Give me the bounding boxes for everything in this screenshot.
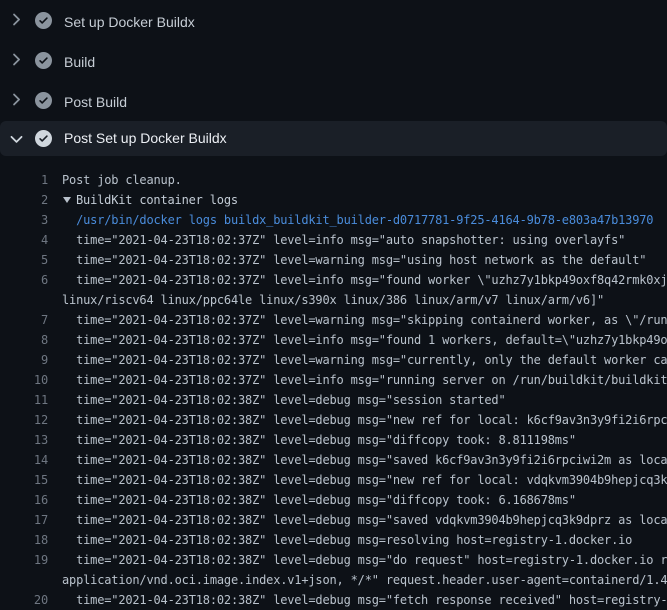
log-text: time="2021-04-23T18:02:38Z" level=debug …	[62, 390, 506, 410]
line-number[interactable]: 19	[0, 550, 48, 570]
line-number[interactable]: 7	[0, 310, 48, 330]
line-number[interactable]: 20	[0, 590, 48, 610]
line-number[interactable]: 12	[0, 410, 48, 430]
log-text: Post job cleanup.	[62, 170, 182, 190]
log-row-8: 8 time="2021-04-23T18:02:37Z" level=info…	[0, 330, 667, 350]
actions-log-viewer: { "theme": { "page_bg": "#0d1117", "expa…	[0, 0, 667, 600]
log-row-5: 5 time="2021-04-23T18:02:37Z" level=warn…	[0, 250, 667, 270]
log-row-1: 1 Post job cleanup.	[0, 170, 667, 190]
line-number[interactable]: 1	[0, 170, 48, 190]
log-row-20: 20 time="2021-04-23T18:02:38Z" level=deb…	[0, 590, 667, 610]
log-text: time="2021-04-23T18:02:38Z" level=debug …	[62, 550, 667, 570]
line-number[interactable]: 16	[0, 490, 48, 510]
step-label: Post Build	[64, 82, 127, 122]
log-row-10: 10 time="2021-04-23T18:02:37Z" level=inf…	[0, 370, 667, 390]
log-text: time="2021-04-23T18:02:38Z" level=debug …	[62, 470, 667, 490]
check-circle-icon	[35, 52, 52, 69]
log-row-continuation: linux/riscv64 linux/ppc64le linux/s390x …	[0, 290, 667, 310]
log-text: time="2021-04-23T18:02:37Z" level=info m…	[62, 330, 667, 350]
log-row-16: 16 time="2021-04-23T18:02:38Z" level=deb…	[0, 490, 667, 510]
line-number[interactable]: 2	[0, 190, 48, 210]
log-row-19: 19 time="2021-04-23T18:02:38Z" level=deb…	[0, 550, 667, 570]
log-text: time="2021-04-23T18:02:37Z" level=info m…	[62, 230, 625, 250]
step-row-build[interactable]: Build	[0, 40, 667, 80]
check-circle-icon	[35, 12, 52, 29]
log-text: time="2021-04-23T18:02:37Z" level=info m…	[62, 270, 667, 290]
log-row-15: 15 time="2021-04-23T18:02:38Z" level=deb…	[0, 470, 667, 490]
log-row-12: 12 time="2021-04-23T18:02:38Z" level=deb…	[0, 410, 667, 430]
log-row-3: 3 /usr/bin/docker logs buildx_buildkit_b…	[0, 210, 667, 230]
step-label: Build	[64, 42, 95, 82]
log-command-text: /usr/bin/docker logs buildx_buildkit_bui…	[62, 210, 653, 230]
log-text: time="2021-04-23T18:02:38Z" level=debug …	[62, 490, 576, 510]
log-row-13: 13 time="2021-04-23T18:02:38Z" level=deb…	[0, 430, 667, 450]
line-number	[0, 290, 48, 310]
log-text: time="2021-04-23T18:02:38Z" level=debug …	[62, 590, 667, 610]
line-number[interactable]: 15	[0, 470, 48, 490]
log-list: 1 Post job cleanup. 2 BuildKit container lo…	[0, 156, 667, 610]
log-text: time="2021-04-23T18:02:37Z" level=warnin…	[62, 350, 667, 370]
line-number[interactable]: 13	[0, 430, 48, 450]
step-row-expanded[interactable]: Post Set up Docker Buildx	[0, 121, 667, 156]
log-row-18: 18 time="2021-04-23T18:02:38Z" level=deb…	[0, 530, 667, 550]
steps-list: Set up Docker BuildxBuildPost Build	[0, 0, 667, 120]
line-number[interactable]: 6	[0, 270, 48, 290]
chevron-down-icon	[7, 130, 26, 149]
line-number[interactable]: 17	[0, 510, 48, 530]
log-text: time="2021-04-23T18:02:38Z" level=debug …	[62, 430, 576, 450]
log-text: linux/riscv64 linux/ppc64le linux/s390x …	[62, 290, 604, 310]
step-row-post-build[interactable]: Post Build	[0, 80, 667, 120]
line-number[interactable]: 8	[0, 330, 48, 350]
log-row-4: 4 time="2021-04-23T18:02:37Z" level=info…	[0, 230, 667, 250]
step-row-set-up-docker-buildx[interactable]: Set up Docker Buildx	[0, 0, 667, 40]
line-number[interactable]: 18	[0, 530, 48, 550]
log-row-6: 6 time="2021-04-23T18:02:37Z" level=info…	[0, 270, 667, 290]
log-row-9: 9 time="2021-04-23T18:02:37Z" level=warn…	[0, 350, 667, 370]
log-text: time="2021-04-23T18:02:37Z" level=warnin…	[62, 310, 667, 330]
log-row-11: 11 time="2021-04-23T18:02:38Z" level=deb…	[0, 390, 667, 410]
triangle-down-icon	[63, 197, 71, 203]
line-number[interactable]: 14	[0, 450, 48, 470]
log-row-14: 14 time="2021-04-23T18:02:38Z" level=deb…	[0, 450, 667, 470]
log-row-7: 7 time="2021-04-23T18:02:37Z" level=warn…	[0, 310, 667, 330]
log-text: time="2021-04-23T18:02:37Z" level=info m…	[62, 370, 667, 390]
log-text: time="2021-04-23T18:02:38Z" level=debug …	[62, 510, 667, 530]
log-text: application/vnd.oci.image.index.v1+json,…	[62, 570, 667, 590]
log-row-17: 17 time="2021-04-23T18:02:38Z" level=deb…	[0, 510, 667, 530]
log-text: time="2021-04-23T18:02:38Z" level=debug …	[62, 530, 632, 550]
check-circle-icon	[35, 130, 52, 147]
log-text: time="2021-04-23T18:02:38Z" level=debug …	[62, 450, 667, 470]
check-circle-icon	[35, 92, 52, 109]
line-number[interactable]: 3	[0, 210, 48, 230]
log-text: time="2021-04-23T18:02:37Z" level=warnin…	[62, 250, 646, 270]
chevron-right-icon	[6, 10, 25, 29]
log-text: time="2021-04-23T18:02:38Z" level=debug …	[62, 410, 667, 430]
line-number	[0, 570, 48, 590]
line-number[interactable]: 11	[0, 390, 48, 410]
chevron-right-icon	[6, 50, 25, 69]
line-number[interactable]: 10	[0, 370, 48, 390]
line-number[interactable]: 5	[0, 250, 48, 270]
log-group-toggle[interactable]: BuildKit container logs	[62, 190, 238, 210]
step-label: Set up Docker Buildx	[64, 2, 195, 42]
chevron-right-icon	[6, 90, 25, 109]
log-row-2: 2 BuildKit container logs	[0, 190, 667, 210]
line-number[interactable]: 4	[0, 230, 48, 250]
step-label: Post Set up Docker Buildx	[64, 121, 227, 155]
line-number[interactable]: 9	[0, 350, 48, 370]
expanded-step-section: Post Set up Docker Buildx 1 Post job clea…	[0, 121, 667, 600]
log-row-continuation: application/vnd.oci.image.index.v1+json,…	[0, 570, 667, 590]
